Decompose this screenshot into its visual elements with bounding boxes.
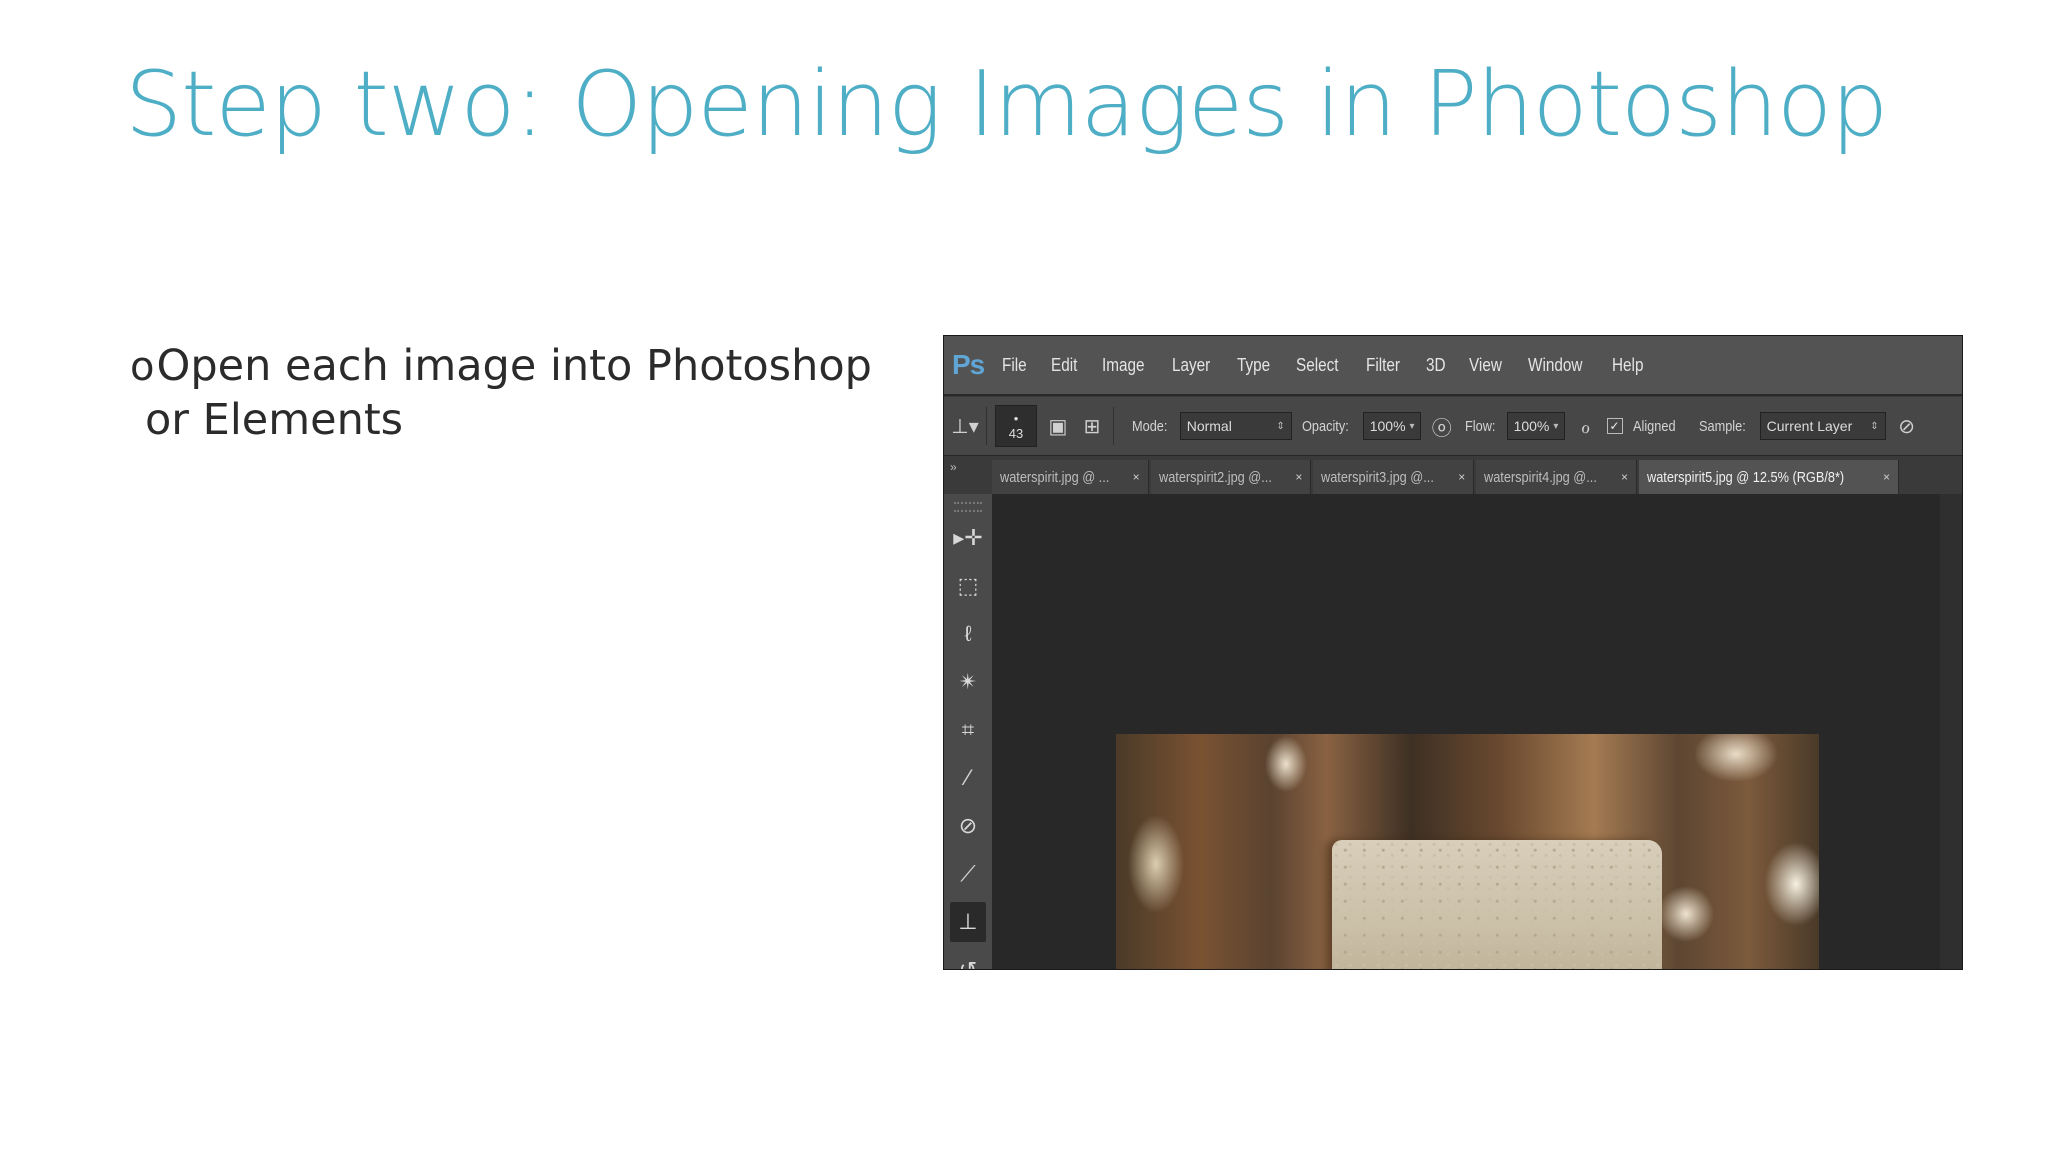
tab-label: waterspirit2.jpg @... xyxy=(1158,468,1272,486)
slide-title: Step two: Opening Images in Photoshop xyxy=(125,52,1888,157)
tab-label: waterspirit5.jpg @ 12.5% (RGB/8*) xyxy=(1647,468,1845,486)
dropdown-arrow-icon: ▾ xyxy=(1553,420,1559,432)
flow-label: Flow: xyxy=(1464,417,1496,435)
panel-grip[interactable] xyxy=(954,502,982,512)
ps-logo: Ps xyxy=(952,349,985,380)
document-image xyxy=(1116,734,1819,969)
aligned-checkbox[interactable]: ✓ xyxy=(1606,418,1623,434)
brush-icon[interactable]: ⟋ xyxy=(950,854,986,894)
crop-icon[interactable]: ⌗ xyxy=(950,710,986,750)
close-icon[interactable]: × xyxy=(1133,470,1140,484)
airbrush-icon[interactable]: ℴ xyxy=(1573,410,1599,442)
mode-select[interactable]: Normal ⇕ xyxy=(1179,412,1292,440)
tab-label: waterspirit3.jpg @... xyxy=(1321,468,1435,486)
clone-stamp-preset-icon[interactable]: ⊥▾ xyxy=(951,410,978,442)
opacity-input[interactable]: 100% ▾ xyxy=(1362,412,1421,440)
sample-value: Current Layer xyxy=(1766,418,1853,434)
move-icon[interactable]: ▸✛ xyxy=(950,518,986,558)
bullet-text: oOpen each image into Photoshop or Eleme… xyxy=(130,340,890,447)
photoshop-screenshot: Ps File Edit Image Layer Type Select Fil… xyxy=(943,335,1963,970)
brush-size-value: 43 xyxy=(1008,426,1024,441)
menu-help[interactable]: Help xyxy=(1612,355,1643,376)
menu-edit[interactable]: Edit xyxy=(1051,355,1077,376)
tools-panel: ▸✛ ⬚ ℓ ✴ ⌗ ⁄ ⊘ ⟋ ⊥ ↺ xyxy=(944,494,993,969)
document-canvas[interactable] xyxy=(992,494,1962,969)
ignore-adjustment-layers-icon[interactable]: ⊘ xyxy=(1894,410,1920,442)
paper-block xyxy=(1332,840,1662,969)
dropdown-arrow-icon: ▾ xyxy=(1409,420,1415,432)
menu-window[interactable]: Window xyxy=(1528,355,1582,376)
document-tab[interactable]: waterspirit3.jpg @... × xyxy=(1313,460,1475,494)
brush-dot-icon: • xyxy=(1013,411,1019,426)
clone-source-icon[interactable]: ⊞ xyxy=(1079,410,1105,442)
airbrush-pressure-icon[interactable]: ⓞ xyxy=(1429,410,1455,442)
lasso-icon[interactable]: ℓ xyxy=(950,614,986,654)
menu-image[interactable]: Image xyxy=(1102,355,1145,376)
document-tab-active[interactable]: waterspirit5.jpg @ 12.5% (RGB/8*) × xyxy=(1639,460,1900,494)
close-icon[interactable]: × xyxy=(1458,470,1465,484)
document-tabs: » waterspirit.jpg @ ... × waterspirit2.j… xyxy=(944,456,1962,494)
mode-value: Normal xyxy=(1186,418,1232,434)
menu-view[interactable]: View xyxy=(1469,355,1502,376)
vertical-scrollbar[interactable] xyxy=(1940,494,1962,969)
close-icon[interactable]: × xyxy=(1883,470,1890,484)
brush-size-picker[interactable]: • 43 xyxy=(995,405,1037,447)
tab-label: waterspirit4.jpg @... xyxy=(1484,468,1598,486)
ps-menubar: Ps File Edit Image Layer Type Select Fil… xyxy=(944,336,1962,394)
clone-stamp-icon[interactable]: ⊥ xyxy=(950,902,986,942)
menu-select[interactable]: Select xyxy=(1296,355,1339,376)
sample-select[interactable]: Current Layer ⇕ xyxy=(1759,412,1886,440)
brush-panel-icon[interactable]: ▣ xyxy=(1045,410,1071,442)
opacity-value: 100% xyxy=(1369,418,1406,434)
document-tab[interactable]: waterspirit.jpg @ ... × xyxy=(992,460,1149,494)
sample-label: Sample: xyxy=(1698,417,1746,435)
collapse-panel-icon[interactable]: » xyxy=(944,456,992,474)
menu-file[interactable]: File xyxy=(1002,355,1027,376)
menu-3d[interactable]: 3D xyxy=(1426,355,1446,376)
history-brush-icon[interactable]: ↺ xyxy=(950,950,986,969)
document-tab[interactable]: waterspirit2.jpg @... × xyxy=(1150,460,1312,494)
opacity-label: Opacity: xyxy=(1301,417,1349,435)
bullet-marker: o xyxy=(130,344,155,390)
healing-brush-icon[interactable]: ⊘ xyxy=(950,806,986,846)
close-icon[interactable]: × xyxy=(1295,470,1302,484)
eyedropper-icon[interactable]: ⁄ xyxy=(950,758,986,798)
ps-options-bar: ⊥▾ • 43 ▣ ⊞ Mode: Normal ⇕ Opacity: 100%… xyxy=(944,396,1962,455)
marquee-icon[interactable]: ⬚ xyxy=(950,566,986,606)
tab-label: waterspirit.jpg @ ... xyxy=(1000,468,1110,486)
bullet-line-2: or Elements xyxy=(145,395,404,445)
updown-arrow-icon: ⇕ xyxy=(1276,420,1285,432)
menu-layer[interactable]: Layer xyxy=(1172,355,1210,376)
document-tab[interactable]: waterspirit4.jpg @... × xyxy=(1476,460,1638,494)
flow-value: 100% xyxy=(1513,418,1550,434)
flow-input[interactable]: 100% ▾ xyxy=(1506,412,1565,440)
divider xyxy=(986,407,987,445)
aligned-label: Aligned xyxy=(1632,417,1676,435)
menu-type[interactable]: Type xyxy=(1237,355,1270,376)
bullet-line-1: Open each image into Photoshop xyxy=(156,341,872,391)
updown-arrow-icon: ⇕ xyxy=(1870,420,1879,432)
close-icon[interactable]: × xyxy=(1621,470,1628,484)
divider xyxy=(1113,407,1114,445)
mode-label: Mode: xyxy=(1132,417,1168,435)
magic-wand-icon[interactable]: ✴ xyxy=(950,662,986,702)
menu-filter[interactable]: Filter xyxy=(1366,355,1400,376)
